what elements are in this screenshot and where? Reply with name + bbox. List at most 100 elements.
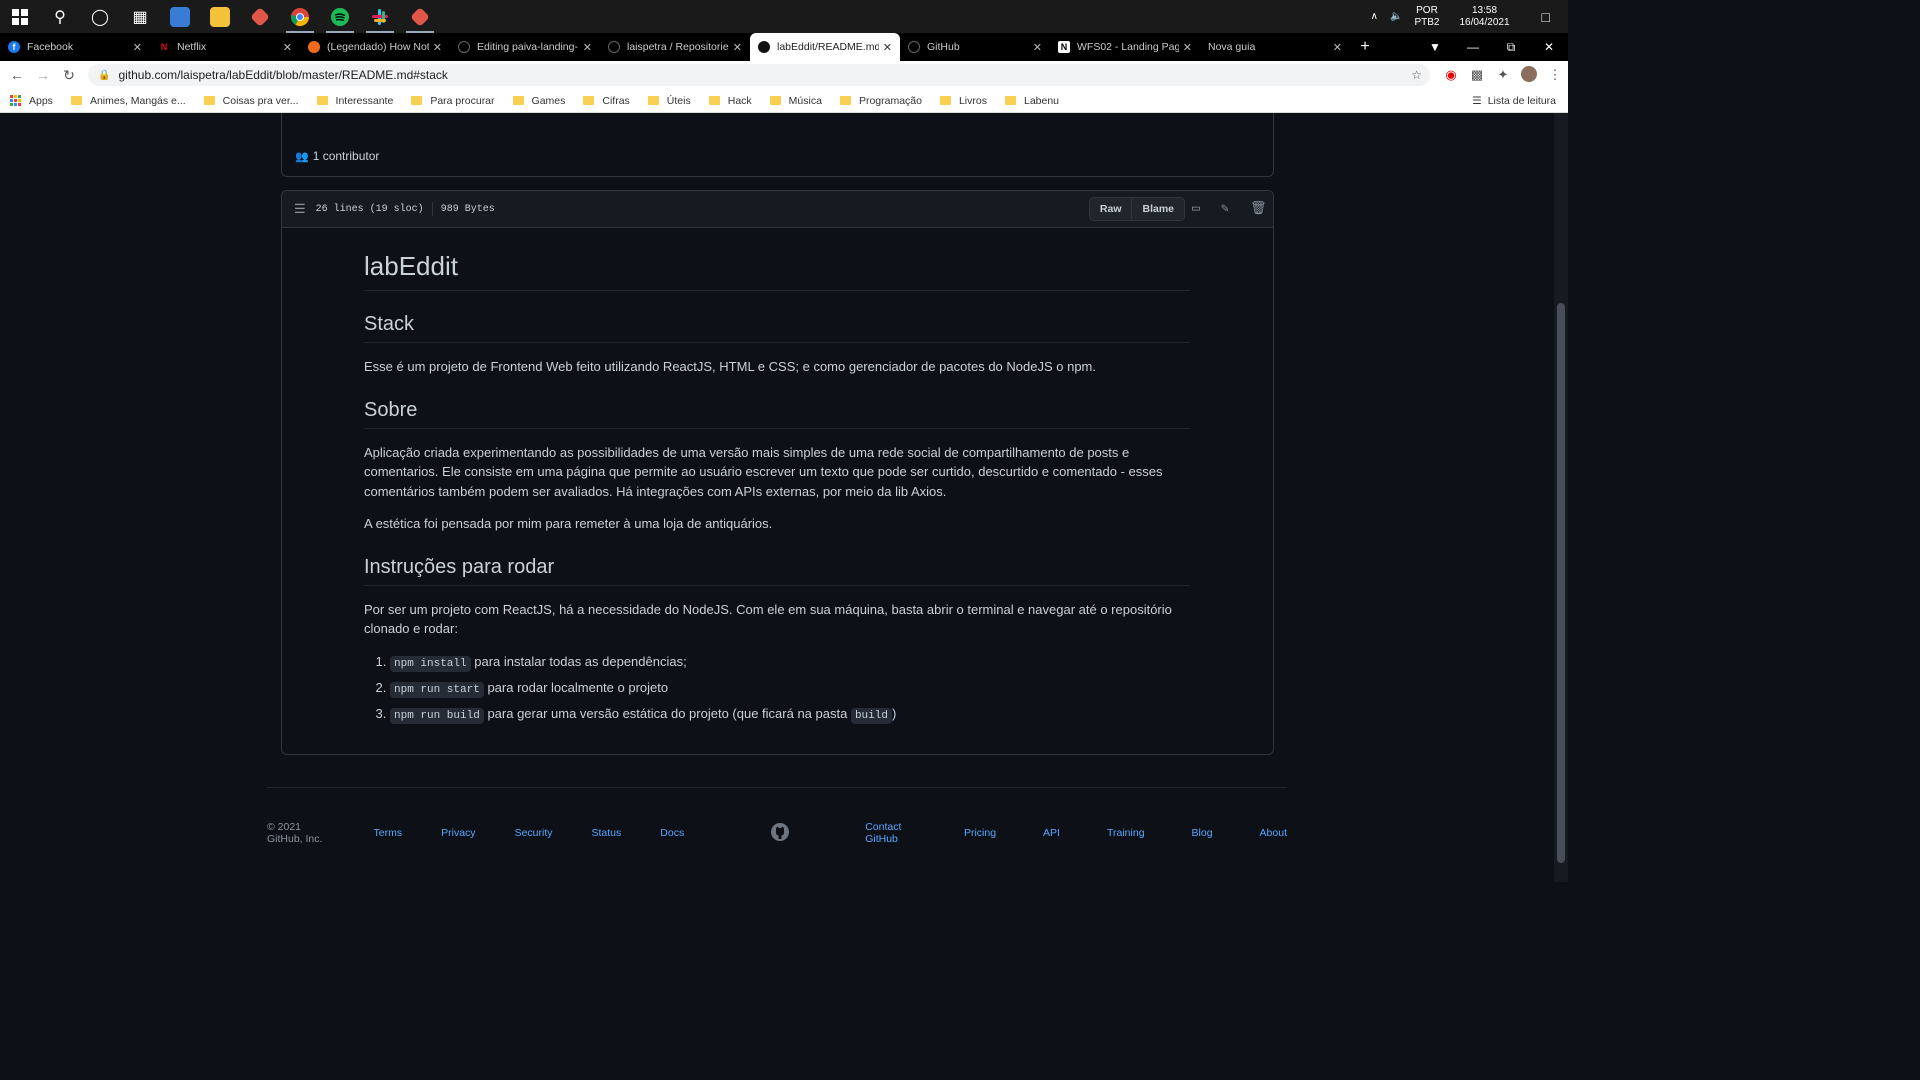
reload-icon[interactable]: ↻ — [56, 67, 82, 84]
footer-link-about[interactable]: About — [1260, 827, 1287, 839]
bookmark-folder[interactable]: Livros — [939, 95, 987, 107]
raw-button[interactable]: Raw — [1089, 198, 1132, 220]
footer-link-terms[interactable]: Terms — [374, 827, 403, 839]
extension-icon[interactable]: ▩ — [1464, 67, 1490, 83]
pencil-icon[interactable]: ✎ — [1221, 201, 1229, 216]
windows-taskbar: ⚲ ◯ ▦ ∧ 🔈 POR PTB2 13:58 16/04/2021 □ — [0, 0, 1568, 33]
task-view-icon[interactable]: ▦ — [120, 0, 160, 33]
bookmark-folder[interactable]: Para procurar — [411, 95, 495, 107]
bookmark-folder[interactable]: Cifras — [583, 95, 630, 107]
tab-github[interactable]: GitHub ✕ — [900, 33, 1050, 61]
minimize-icon[interactable]: — — [1454, 40, 1492, 54]
volume-icon[interactable]: 🔈 — [1384, 11, 1408, 23]
code-snippet: npm run start — [390, 681, 484, 698]
steps-list: npm install para instalar todas as depen… — [390, 652, 1190, 726]
bookmark-folder[interactable]: Interessante — [316, 95, 393, 107]
menu-dots-icon[interactable]: ⋮ — [1542, 67, 1568, 83]
footer-link-contact[interactable]: Contact GitHub — [865, 821, 917, 845]
close-icon[interactable]: ✕ — [133, 41, 142, 54]
profile-avatar[interactable] — [1516, 65, 1542, 85]
close-icon[interactable]: ✕ — [283, 41, 292, 54]
back-arrow-icon[interactable]: ← — [4, 67, 30, 83]
bookmark-folder[interactable]: Música — [769, 95, 822, 107]
scrollbar-thumb[interactable] — [1557, 303, 1565, 863]
tab-crunchyroll[interactable]: (Legendado) How Not ✕ — [300, 33, 450, 61]
close-window-icon[interactable]: ✕ — [1530, 40, 1568, 54]
bookmark-apps[interactable]: Apps — [10, 95, 53, 107]
app-icon-monitor[interactable] — [160, 0, 200, 33]
tab-search-icon[interactable]: ▼ — [1416, 40, 1454, 54]
tab-facebook[interactable]: f Facebook ✕ — [0, 33, 150, 61]
file-explorer-icon[interactable] — [200, 0, 240, 33]
footer-link-api[interactable]: API — [1043, 827, 1060, 839]
close-icon[interactable]: ✕ — [433, 41, 442, 54]
step-text: para gerar uma versão estática do projet… — [483, 705, 851, 721]
cortana-icon[interactable]: ◯ — [80, 0, 120, 33]
close-icon[interactable]: ✕ — [1033, 41, 1042, 54]
forward-arrow-icon[interactable]: → — [30, 67, 56, 83]
bookmark-label: Animes, Mangás e... — [89, 94, 186, 107]
git-icon[interactable] — [240, 0, 280, 33]
windows-start-icon[interactable] — [0, 0, 40, 33]
footer-link-status[interactable]: Status — [592, 827, 622, 839]
chevron-up-icon[interactable]: ∧ — [1365, 11, 1384, 23]
chrome-icon[interactable] — [280, 0, 320, 33]
folder-icon — [1004, 96, 1016, 105]
footer-link-privacy[interactable]: Privacy — [441, 827, 475, 839]
footer-link-blog[interactable]: Blog — [1192, 827, 1213, 839]
lock-icon[interactable]: 🔒 — [98, 70, 110, 81]
bookmark-folder[interactable]: Animes, Mangás e... — [70, 94, 186, 107]
address-bar[interactable]: 🔒 github.com/laispetra/labEddit/blob/mas… — [88, 64, 1430, 86]
footer-link-security[interactable]: Security — [515, 827, 553, 839]
opera-vpn-icon[interactable]: ◉ — [1438, 67, 1464, 83]
bookmark-folder[interactable]: Labenu — [1004, 95, 1059, 107]
reading-list[interactable]: ☰ Lista de leitura — [1472, 95, 1556, 107]
bookmark-label: Programação — [858, 94, 922, 107]
tab-wfs02[interactable]: N WFS02 - Landing Page ✕ — [1050, 33, 1200, 61]
search-icon[interactable]: ⚲ — [40, 0, 80, 33]
bookmark-folder[interactable]: Hack — [708, 95, 752, 107]
github-logo-icon[interactable] — [770, 822, 790, 845]
close-icon[interactable]: ✕ — [883, 41, 892, 54]
close-icon[interactable]: ✕ — [1183, 41, 1192, 54]
desktop-icon[interactable]: ▭ — [1192, 201, 1200, 216]
new-tab-plus-icon[interactable]: + — [1350, 33, 1380, 61]
tab-editing[interactable]: Editing paiva-landing- ✕ — [450, 33, 600, 61]
bookmark-folder[interactable]: Games — [512, 95, 565, 107]
notifications-icon[interactable]: □ — [1524, 10, 1568, 24]
clock[interactable]: 13:58 16/04/2021 — [1445, 5, 1523, 29]
tab-readme-active[interactable]: labEddit/README.md ✕ — [750, 33, 900, 61]
bookmark-folder[interactable]: Programação — [839, 94, 922, 107]
language-indicator[interactable]: POR PTB2 — [1408, 5, 1445, 29]
bookmark-star-icon[interactable]: ☆ — [1411, 68, 1422, 82]
footer-link-training[interactable]: Training — [1107, 827, 1145, 839]
tab-netflix[interactable]: N Netflix ✕ — [150, 33, 300, 61]
close-icon[interactable]: ✕ — [1333, 41, 1342, 54]
footer-link-docs[interactable]: Docs — [660, 827, 684, 839]
puzzle-icon[interactable]: ✦ — [1490, 67, 1516, 83]
restore-icon[interactable]: ⧉ — [1492, 40, 1530, 55]
github-icon — [458, 41, 470, 53]
divider — [431, 202, 433, 216]
tab-repositories[interactable]: laispetra / Repositories ✕ — [600, 33, 750, 61]
tab-nova-guia[interactable]: Nova guia ✕ — [1200, 33, 1350, 61]
file-header: ☰ 26 lines (19 sloc) 989 Bytes Raw Blame… — [282, 191, 1273, 228]
page-scrollbar[interactable] — [1554, 113, 1568, 882]
blame-button[interactable]: Blame — [1131, 198, 1184, 220]
language-label: POR — [1416, 4, 1438, 16]
bookmark-folder[interactable]: Úteis — [647, 95, 691, 107]
slack-icon[interactable] — [360, 0, 400, 33]
facebook-icon: f — [8, 41, 20, 53]
contributors-link[interactable]: 👥 1 contributor — [295, 149, 379, 163]
spotify-icon[interactable] — [320, 0, 360, 33]
bookmark-label: Apps — [29, 94, 53, 107]
outline-list-icon[interactable]: ☰ — [294, 201, 306, 217]
git-kraken-icon[interactable] — [400, 0, 440, 33]
close-icon[interactable]: ✕ — [583, 41, 592, 54]
footer-link-pricing[interactable]: Pricing — [964, 827, 996, 839]
github-page: 👥 1 contributor ☰ 26 lines (19 sloc) 989… — [0, 113, 1554, 882]
close-icon[interactable]: ✕ — [733, 41, 742, 54]
code-snippet: npm run build — [390, 707, 484, 724]
trash-icon[interactable]: 🗑 — [1250, 201, 1267, 216]
bookmark-folder[interactable]: Coisas pra ver... — [203, 95, 299, 107]
